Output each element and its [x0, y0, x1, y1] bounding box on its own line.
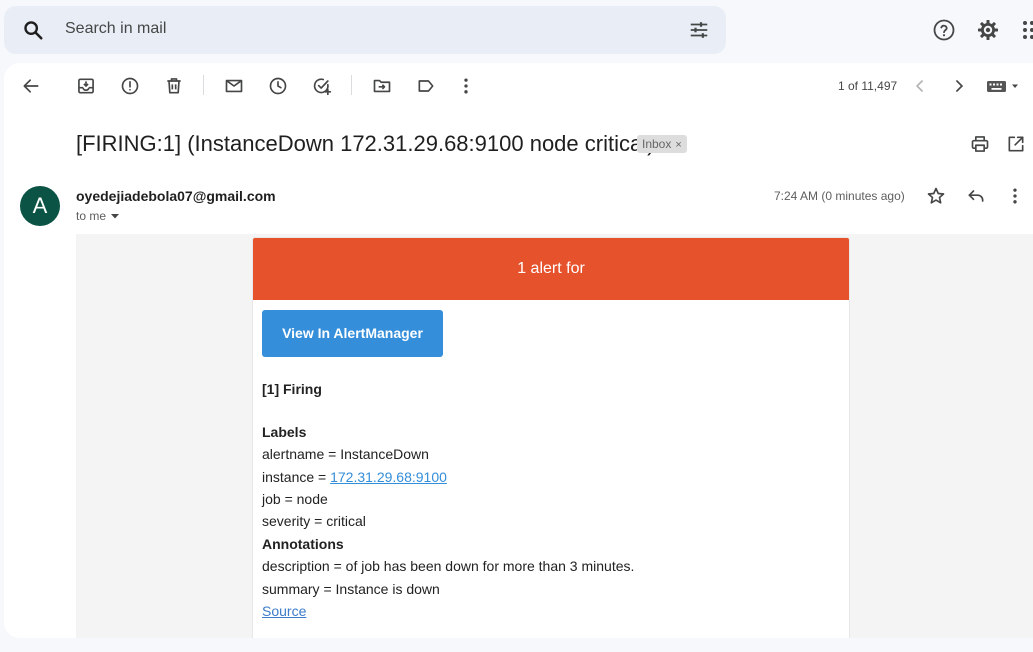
archive-icon[interactable] [76, 76, 96, 96]
sender-email[interactable]: oyedejiadebola07@gmail.com [76, 188, 276, 204]
tune-icon[interactable] [688, 19, 710, 41]
email-subject: [FIRING:1] (InstanceDown 172.31.29.68:91… [76, 131, 655, 156]
annotations-title: Annotations [262, 536, 344, 552]
snooze-icon[interactable] [268, 76, 288, 96]
firing-title: [1] Firing [262, 381, 322, 397]
view-in-alertmanager-button[interactable]: View In AlertManager [262, 310, 443, 357]
open-new-window-icon[interactable] [1006, 134, 1026, 154]
label-job: job = node [262, 491, 328, 507]
label-severity: severity = critical [262, 513, 366, 529]
label-alertname: alertname = InstanceDown [262, 446, 429, 462]
annotation-summary: summary = Instance is down [262, 581, 440, 597]
source-link[interactable]: Source [262, 603, 306, 619]
keyboard-icon[interactable] [986, 76, 1022, 96]
next-page-icon[interactable] [949, 76, 969, 96]
pagination-count: 1 of 11,497 [838, 79, 898, 93]
mark-unread-icon[interactable] [224, 76, 244, 96]
add-task-icon[interactable] [312, 76, 332, 96]
recipient-label: to me [76, 209, 107, 223]
alert-header: 1 alert for [253, 238, 849, 300]
toolbar-divider [203, 75, 204, 95]
alert-email-body: 1 alert for View In AlertManager [1] Fir… [252, 237, 850, 638]
label-instance: instance = 172.31.29.68:9100 [262, 469, 447, 485]
search-icon[interactable] [22, 19, 44, 41]
help-icon[interactable] [932, 18, 956, 42]
settings-icon[interactable] [976, 18, 1000, 42]
report-spam-icon[interactable] [120, 76, 140, 96]
reply-icon[interactable] [966, 186, 986, 206]
more-vert-icon[interactable] [456, 76, 476, 96]
avatar[interactable]: A [20, 186, 60, 226]
message-view: 1 of 11,497 [FIRING:1] (InstanceDown 172… [4, 63, 1033, 638]
print-icon[interactable] [970, 134, 990, 154]
prev-page-icon[interactable] [910, 76, 930, 96]
delete-icon[interactable] [164, 76, 184, 96]
instance-prefix: instance = [262, 469, 331, 485]
label-icon[interactable] [416, 76, 436, 96]
inbox-label-text: Inbox [642, 137, 672, 151]
search-input[interactable]: Search in mail [65, 20, 166, 38]
remove-label-icon[interactable]: × [675, 139, 681, 151]
back-arrow-icon[interactable] [21, 76, 41, 96]
annotation-description: description = of job has been down for m… [262, 558, 635, 574]
labels-title: Labels [262, 424, 307, 440]
chevron-down-icon[interactable] [110, 211, 120, 221]
recipient-details[interactable]: to me [76, 209, 120, 223]
toolbar-divider [351, 75, 352, 95]
email-timestamp: 7:24 AM (0 minutes ago) [774, 189, 905, 203]
inbox-label-chip[interactable]: Inbox × [637, 135, 687, 153]
search-bar[interactable]: Search in mail [4, 6, 726, 54]
star-icon[interactable] [926, 186, 946, 206]
instance-link[interactable]: 172.31.29.68:9100 [330, 469, 447, 485]
apps-icon[interactable] [1020, 18, 1033, 42]
move-to-icon[interactable] [372, 76, 392, 96]
more-options-icon[interactable] [1005, 186, 1025, 206]
